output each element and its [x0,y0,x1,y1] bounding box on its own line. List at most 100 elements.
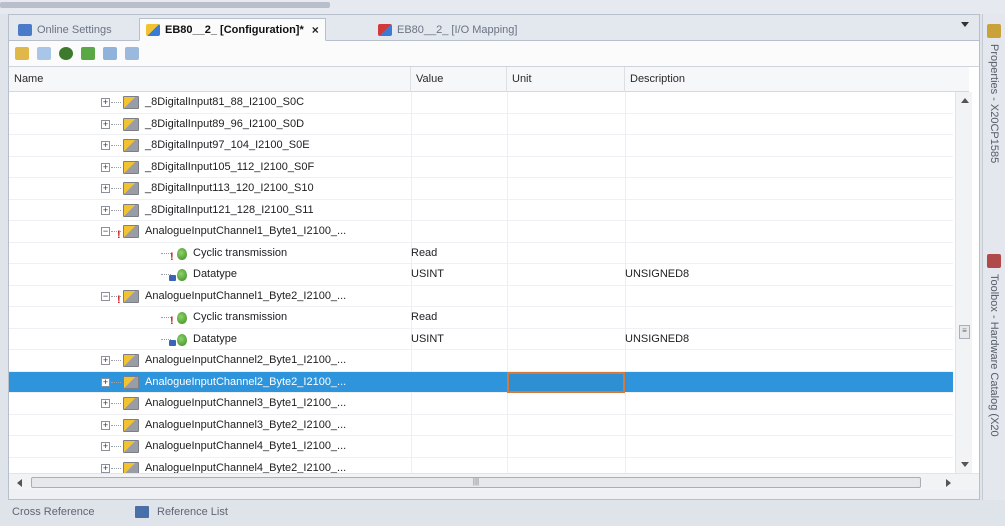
value-cell[interactable] [411,458,507,474]
description-cell[interactable] [625,415,953,437]
value-cell[interactable] [411,200,507,222]
table-row[interactable]: _8DigitalInput113_120_I2100_S10 [9,178,953,200]
table-row[interactable]: Datatype USINT UNSIGNED8 [9,329,953,351]
value-cell[interactable] [411,221,507,243]
table-row[interactable]: ! AnalogueInputChannel1_Byte2_I2100_... [9,286,953,308]
tab-reference-list[interactable]: Reference List [135,506,228,518]
column-header-unit[interactable]: Unit [507,67,625,92]
description-cell[interactable] [625,350,953,372]
description-cell[interactable] [625,157,953,179]
unit-cell[interactable] [507,178,625,200]
value-cell[interactable]: Read [411,243,507,265]
connect-icon[interactable] [81,47,95,60]
description-cell[interactable] [625,200,953,222]
unit-cell[interactable] [507,393,625,415]
value-cell[interactable] [411,157,507,179]
name-cell[interactable]: AnalogueInputChannel4_Byte1_I2100_... [9,436,407,458]
name-cell[interactable]: AnalogueInputChannel2_Byte1_I2100_... [9,350,407,372]
description-cell[interactable] [625,372,953,394]
value-cell[interactable] [411,286,507,308]
column-header-value[interactable]: Value [411,67,507,92]
description-cell[interactable]: UNSIGNED8 [625,329,953,351]
expand-icon[interactable] [101,420,110,430]
horizontal-scrollbar[interactable]: ||| [9,473,979,490]
value-cell[interactable] [411,415,507,437]
description-cell[interactable] [625,286,953,308]
expand-icon[interactable] [101,442,110,451]
tab-properties[interactable]: Properties - X20CP1585 [983,20,1005,240]
value-cell[interactable] [411,92,507,114]
collapse-icon[interactable] [101,227,110,236]
scroll-left-icon[interactable] [17,479,22,487]
unit-cell[interactable] [507,307,625,329]
unit-cell[interactable] [507,286,625,308]
tab-cross-reference[interactable]: Cross Reference [12,506,95,518]
close-tab-icon[interactable]: × [312,23,319,37]
unit-cell[interactable] [507,458,625,474]
description-cell[interactable] [625,243,953,265]
unit-cell[interactable] [507,114,625,136]
unit-cell[interactable] [507,157,625,179]
scroll-thumb[interactable]: ||| [31,477,921,488]
expand-icon[interactable] [101,399,110,408]
sort-down-icon[interactable] [103,47,117,60]
tab-configuration[interactable]: EB80__2_ [Configuration]* × [139,18,326,41]
vertical-scrollbar[interactable]: ≡ [955,92,972,473]
name-cell[interactable]: AnalogueInputChannel4_Byte2_I2100_... [9,458,407,473]
value-cell[interactable]: USINT [411,329,507,351]
unit-cell[interactable] [507,415,625,437]
tab-online-settings[interactable]: Online Settings [11,18,119,41]
expand-icon[interactable] [101,162,110,172]
scroll-right-icon[interactable] [946,479,951,487]
value-cell[interactable] [411,436,507,458]
value-cell[interactable] [411,372,507,394]
description-cell[interactable] [625,92,953,114]
table-row[interactable]: Datatype USINT UNSIGNED8 [9,264,953,286]
description-cell[interactable] [625,393,953,415]
tab-io-mapping[interactable]: EB80__2_ [I/O Mapping] [371,18,524,41]
unit-cell[interactable] [507,264,625,286]
name-cell[interactable]: ! Cyclic transmission [9,243,407,265]
expand-icon[interactable] [101,119,110,129]
unit-cell[interactable] [507,436,625,458]
scroll-thumb[interactable]: ≡ [959,325,970,339]
value-cell[interactable] [411,114,507,136]
table-row[interactable]: _8DigitalInput105_112_I2100_S0F [9,157,953,179]
table-row[interactable]: AnalogueInputChannel2_Byte2_I2100_... [9,371,953,394]
table-row[interactable]: ! AnalogueInputChannel1_Byte1_I2100_... [9,221,953,243]
tab-list-dropdown-icon[interactable] [961,22,969,27]
column-header-description[interactable]: Description [625,67,969,92]
expand-icon[interactable] [101,141,110,150]
table-row[interactable]: AnalogueInputChannel2_Byte1_I2100_... [9,350,953,372]
name-cell[interactable]: ! AnalogueInputChannel1_Byte1_I2100_... [9,221,407,243]
unit-cell[interactable] [507,200,625,222]
unit-cell[interactable] [507,371,625,393]
unit-cell[interactable] [507,221,625,243]
description-cell[interactable] [625,221,953,243]
value-cell[interactable] [411,393,507,415]
unit-cell[interactable] [507,329,625,351]
value-cell[interactable]: USINT [411,264,507,286]
description-cell[interactable] [625,458,953,474]
table-row[interactable]: ! Cyclic transmission Read [9,307,953,329]
table-row[interactable]: AnalogueInputChannel3_Byte1_I2100_... [9,393,953,415]
unit-cell[interactable] [507,350,625,372]
expand-icon[interactable] [101,377,110,387]
scroll-up-icon[interactable] [961,98,969,103]
name-cell[interactable]: _8DigitalInput113_120_I2100_S10 [9,178,407,200]
expand-icon[interactable] [101,98,110,107]
name-cell[interactable]: _8DigitalInput97_104_I2100_S0E [9,135,407,157]
expand-icon[interactable] [101,463,110,473]
description-cell[interactable] [625,114,953,136]
unit-cell[interactable] [507,92,625,114]
expand-icon[interactable] [101,356,110,365]
table-row[interactable]: _8DigitalInput81_88_I2100_S0C [9,92,953,114]
name-cell[interactable]: AnalogueInputChannel3_Byte1_I2100_... [9,393,407,415]
value-cell[interactable] [411,178,507,200]
description-cell[interactable] [625,307,953,329]
expand-icon[interactable] [101,184,110,193]
add-icon[interactable] [15,47,29,60]
scroll-down-icon[interactable] [961,462,969,467]
name-cell[interactable]: _8DigitalInput105_112_I2100_S0F [9,157,407,179]
description-cell[interactable] [625,178,953,200]
